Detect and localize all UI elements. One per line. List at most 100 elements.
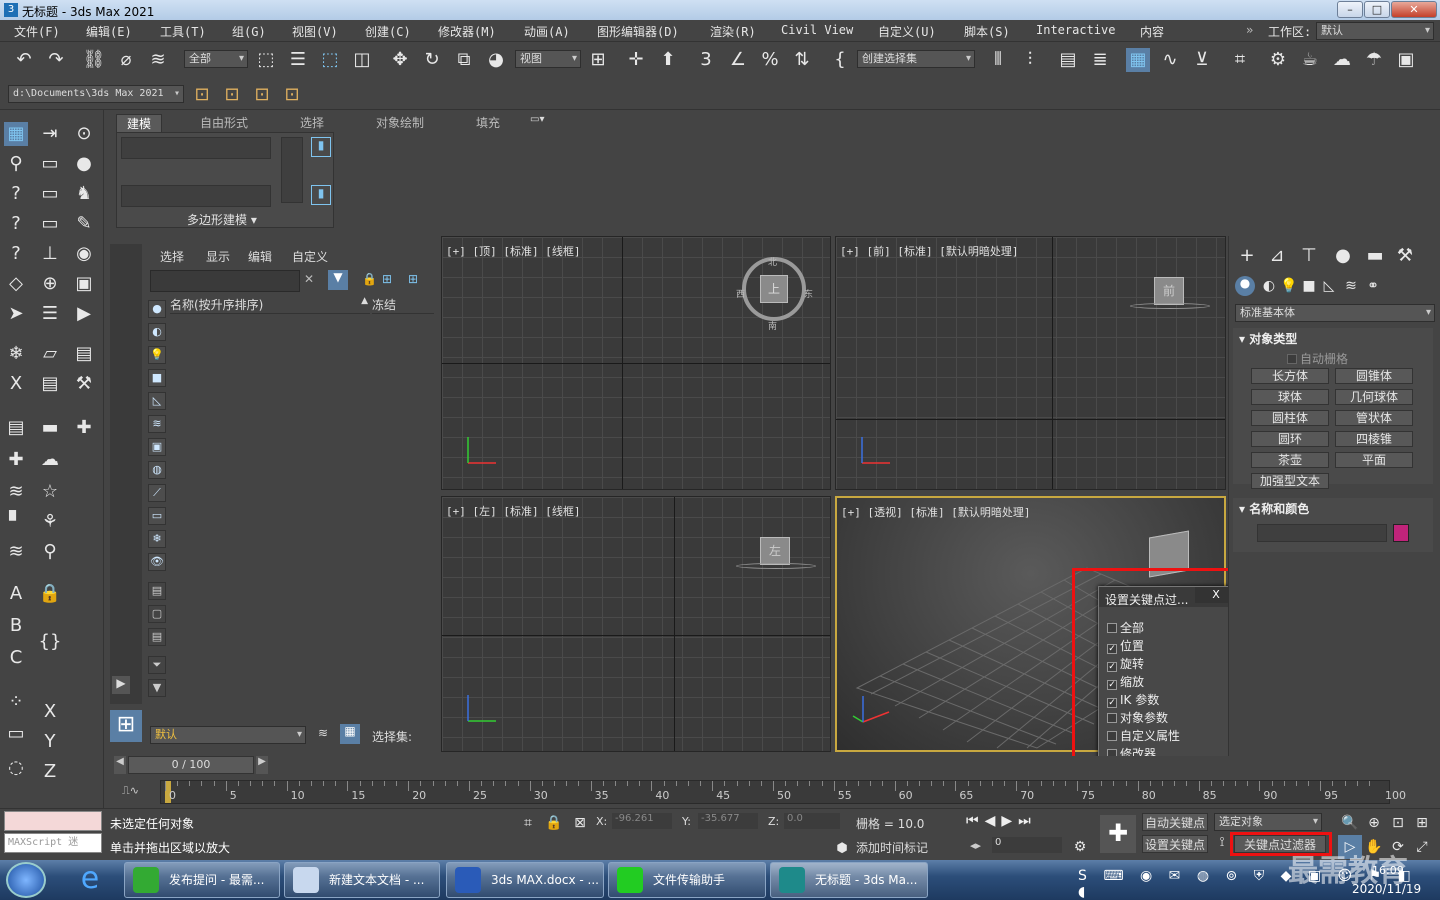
x-coord-field[interactable]: -96.261 — [612, 813, 672, 829]
frame-track[interactable]: 0 5 10 15 20 25 30 35 40 45 50 55 60 65 70 75 80 85 90 95 10… — [160, 780, 1406, 804]
braces-icon[interactable]: {} — [38, 630, 62, 654]
text-b-icon[interactable]: B — [4, 614, 28, 638]
edit-poly-icon[interactable]: ▮ — [311, 137, 331, 157]
filter-icon[interactable]: ▼ — [328, 270, 348, 290]
display-cameras-icon[interactable]: ■ — [148, 369, 166, 387]
maxscript-listener[interactable] — [4, 811, 102, 831]
window-crossing-icon[interactable]: ◫ — [350, 48, 374, 72]
geometry-category-icon[interactable]: ● — [1235, 276, 1255, 296]
task-word[interactable]: 3ds MAX.docx - ... — [446, 862, 604, 898]
constraint-icon[interactable]: ? — [4, 212, 28, 236]
filter-rotation[interactable]: ✓ 旋转 — [1107, 655, 1144, 673]
primitive-type-dropdown[interactable]: 标准基本体 — [1235, 304, 1435, 322]
clear-search-icon[interactable]: ✕ — [304, 272, 314, 286]
layer-dropdown[interactable]: 默认 — [150, 726, 306, 744]
project-open-icon[interactable]: ⊡ — [220, 83, 244, 107]
stack-icon[interactable]: ≋ — [4, 480, 28, 504]
maxscript-input[interactable]: MAXScript 迷 — [4, 833, 102, 853]
hierarchy-tab-icon[interactable]: ⊤ — [1297, 244, 1321, 268]
axis-x-icon[interactable]: X — [38, 700, 62, 724]
rect-selection-icon[interactable]: ⬚ — [318, 48, 342, 72]
ribbon-options-icon[interactable]: ▭▾ — [530, 114, 550, 128]
funnel-all-icon[interactable]: ▼ — [148, 679, 166, 697]
menu-animation[interactable]: 动画(A) — [524, 23, 570, 40]
scene-tab-customize[interactable]: 自定义 — [292, 248, 328, 265]
checkbox[interactable] — [1107, 731, 1117, 741]
selection-lock-icon[interactable]: 🔒 — [542, 811, 566, 835]
fan-icon[interactable]: ⚘ — [38, 510, 62, 534]
minimize-button[interactable]: – — [1337, 1, 1363, 18]
display-invert-icon[interactable]: ▤ — [148, 628, 166, 646]
menu-scripting[interactable]: 脚本(S) — [964, 23, 1010, 40]
viewport-perspective-label[interactable]: [+] [透视] [标准] [默认明暗处理] — [841, 504, 1030, 520]
menu-content[interactable]: 内容 — [1140, 23, 1164, 40]
geometry-icon[interactable]: ▭ — [38, 212, 62, 236]
display-all-icon[interactable]: ▤ — [148, 582, 166, 600]
display-tab-icon[interactable]: ▬ — [1363, 244, 1387, 268]
menu-civil-view[interactable]: Civil View — [781, 23, 853, 37]
plane-button[interactable]: 平面 — [1335, 452, 1413, 468]
biped-icon[interactable]: ♞ — [72, 182, 96, 206]
modify-tab-icon[interactable]: ⊿ — [1265, 244, 1289, 268]
play-icon[interactable]: ▶ — [72, 302, 96, 326]
checkbox[interactable] — [1107, 713, 1117, 723]
filter-ik-params[interactable]: ✓ IK 参数 — [1107, 691, 1159, 709]
display-none-icon[interactable]: ▢ — [148, 605, 166, 623]
wrench-icon[interactable]: ⚒ — [72, 372, 96, 396]
undo-icon[interactable]: ↶ — [12, 48, 36, 72]
task-qa[interactable]: 发布提问 - 最需... — [124, 862, 280, 898]
absolute-mode-icon[interactable]: ⊠ — [568, 811, 592, 835]
scene-icon[interactable]: ⊙ — [72, 122, 96, 146]
keyboard-shortcut-icon[interactable]: ⬆ — [656, 48, 680, 72]
shapes-icon[interactable]: ▭ — [38, 182, 62, 206]
dots-grid-icon[interactable]: ⁘ — [4, 690, 28, 714]
time-tag-icon[interactable]: ⬢ — [830, 837, 854, 861]
layer-explorer-icon[interactable]: ▤ — [1056, 48, 1080, 72]
menu-group[interactable]: 组(G) — [232, 23, 266, 40]
menu-rendering[interactable]: 渲染(R) — [710, 23, 756, 40]
zoom-extents-icon[interactable]: ⊡ — [1386, 811, 1410, 835]
object-name-input[interactable] — [1257, 524, 1387, 542]
project-new-icon[interactable]: ⊡ — [190, 83, 214, 107]
curve-editor-icon[interactable]: ∿ — [1158, 48, 1182, 72]
viewport-layout-icon[interactable]: ⊞ — [110, 710, 142, 742]
project-save-icon[interactable]: ⊡ — [250, 83, 274, 107]
checkbox-checked[interactable]: ✓ — [1107, 698, 1117, 708]
display-spacewarps-icon[interactable]: ≋ — [148, 415, 166, 433]
sphere-button[interactable]: 球体 — [1251, 389, 1329, 405]
move-icon[interactable]: ✥ — [388, 48, 412, 72]
systems-category-icon[interactable]: ⚭ — [1361, 274, 1385, 298]
scene-search-input[interactable] — [150, 270, 300, 292]
lock-icon[interactable]: 🔒 — [362, 272, 377, 286]
torus-button[interactable]: 圆环 — [1251, 431, 1329, 447]
open-icon[interactable]: ▬ — [38, 416, 62, 440]
viewcube-top[interactable]: 上 — [760, 275, 788, 303]
zoom-all-icon[interactable]: ⊕ — [1362, 811, 1386, 835]
camera-icon[interactable]: ▣ — [72, 272, 96, 296]
display-shapes-icon[interactable]: ◐ — [148, 323, 166, 341]
playback-controls[interactable]: ⏮◀▶⏭ — [966, 813, 1070, 831]
checkbox-checked[interactable]: ✓ — [1107, 644, 1117, 654]
funnel-icon[interactable]: ⏷ — [148, 656, 166, 674]
maximize-viewport-icon[interactable]: ⤢ — [1410, 835, 1434, 859]
geosphere-button[interactable]: 几何球体 — [1335, 389, 1413, 405]
project-path-dropdown[interactable]: d:\Documents\3ds Max 2021 — [8, 85, 184, 103]
hierarchy-icon[interactable]: ⚲ — [4, 152, 28, 176]
plus-icon[interactable]: ✚ — [72, 416, 96, 440]
display-lights-icon[interactable]: 💡 — [148, 346, 166, 364]
schematic-view-icon[interactable]: ⌗ — [1228, 48, 1252, 72]
select-region-icon[interactable]: ▘ — [4, 510, 28, 534]
render-frame-icon[interactable]: ☁ — [1330, 48, 1354, 72]
menu-graph-editors[interactable]: 图形编辑器(D) — [597, 23, 679, 40]
poly-tools-row1[interactable] — [121, 137, 271, 159]
text-a-icon[interactable]: A — [4, 582, 28, 606]
dotted-circle-icon[interactable]: ◌ — [4, 756, 28, 780]
ribbon-tab-object-paint[interactable]: 对象绘制 — [376, 114, 424, 132]
viewport-left[interactable]: [+] [左] [标准] [线框] 左 — [441, 496, 831, 752]
filter-object-params[interactable]: 对象参数 — [1107, 709, 1168, 727]
ribbon-tab-modeling[interactable]: 建模 — [116, 114, 163, 132]
viewport-top[interactable]: [+] [顶] [标准] [线框] 上 北 南 东 西 — [441, 236, 831, 490]
utilities-tab-icon[interactable]: ⚒ — [1393, 244, 1417, 268]
menu-modifiers[interactable]: 修改器(M) — [438, 23, 496, 40]
percent-snap-icon[interactable]: % — [758, 48, 782, 72]
